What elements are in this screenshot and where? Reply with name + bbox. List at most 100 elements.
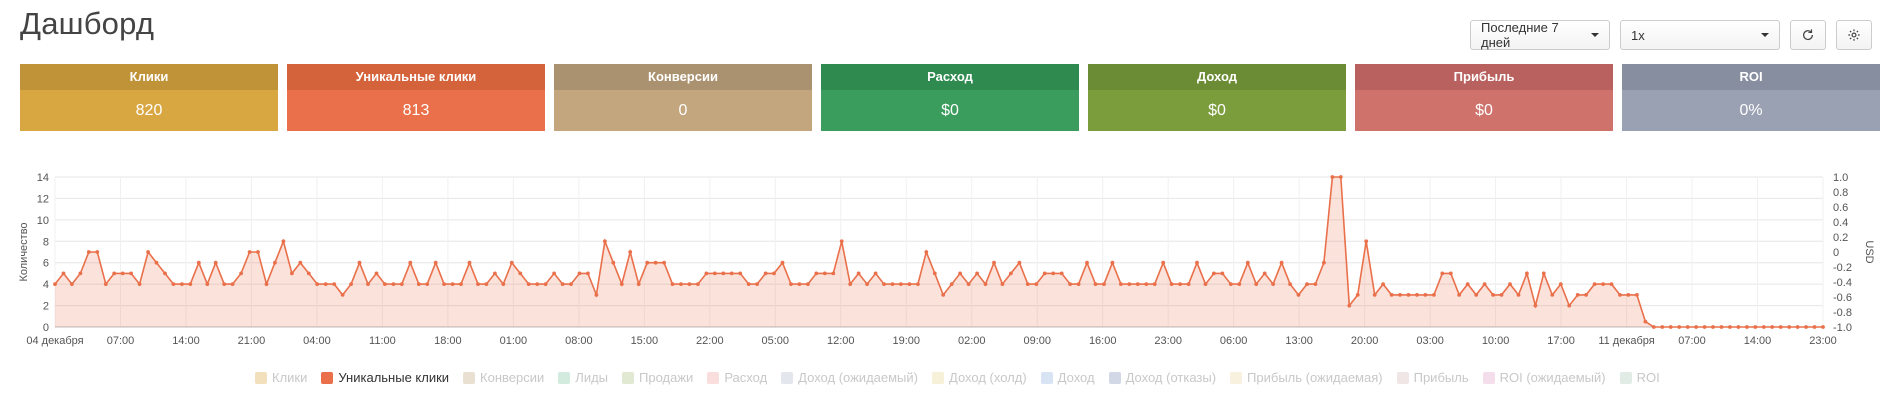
data-point <box>1322 260 1326 265</box>
data-point <box>670 282 675 286</box>
data-point <box>476 282 480 286</box>
y2-tick-label: -0.6 <box>1833 292 1852 304</box>
legend-item[interactable]: Доход (ожидаемый) <box>781 370 918 385</box>
data-point <box>763 271 768 276</box>
zoom-select[interactable]: 1x <box>1620 20 1780 50</box>
legend-item[interactable]: Лиды <box>558 370 608 385</box>
legend-item[interactable]: Прибыль <box>1396 370 1469 385</box>
legend-label: Доход <box>1057 370 1095 385</box>
data-point <box>1618 293 1622 297</box>
data-point <box>1288 282 1292 286</box>
data-point <box>1601 282 1605 286</box>
legend-swatch <box>1619 371 1632 384</box>
legend-item[interactable]: Доход <box>1040 370 1095 385</box>
data-point <box>1059 271 1064 276</box>
legend-item[interactable]: Доход (холд) <box>932 370 1027 385</box>
data-point <box>856 271 861 276</box>
data-point <box>86 250 91 254</box>
data-point <box>1381 282 1385 286</box>
data-point <box>213 260 218 265</box>
data-point <box>1558 282 1563 286</box>
data-point <box>603 239 607 244</box>
legend-item[interactable]: Уникальные клики <box>321 370 449 385</box>
data-point <box>1474 293 1479 297</box>
legend-swatch <box>707 371 720 384</box>
data-point <box>1127 282 1132 286</box>
data-point <box>1119 282 1123 286</box>
data-point <box>1296 293 1301 297</box>
legend-swatch <box>321 371 334 384</box>
data-point <box>1245 260 1250 265</box>
metric-card-value: 813 <box>287 90 545 131</box>
metric-card-label: Клики <box>20 64 278 90</box>
data-point <box>780 260 785 265</box>
legend-item[interactable]: Расход <box>707 370 767 385</box>
data-point <box>789 282 793 286</box>
legend-item[interactable]: Доход (отказы) <box>1108 370 1216 385</box>
data-point <box>1203 282 1208 286</box>
data-point <box>1499 293 1504 297</box>
x-tick-label: 17:00 <box>1547 335 1575 347</box>
data-point <box>907 282 912 286</box>
zoom-select-value: 1x <box>1631 27 1645 43</box>
data-point <box>180 282 184 286</box>
data-point <box>1228 282 1233 286</box>
data-point <box>1212 271 1216 276</box>
data-point <box>1440 271 1445 276</box>
data-point <box>1051 271 1056 276</box>
data-point <box>569 282 573 286</box>
data-point <box>1068 282 1072 286</box>
legend-swatch <box>1040 371 1053 384</box>
x-tick-label: 11 декабря <box>1598 335 1654 347</box>
metric-card: Расход $0 <box>821 64 1079 131</box>
data-point <box>653 260 658 265</box>
legend-item[interactable]: ROI (ожидаемый) <box>1482 370 1606 385</box>
x-tick-label: 03:00 <box>1416 335 1444 347</box>
x-tick-label: 21:00 <box>238 335 266 347</box>
data-point <box>594 293 599 297</box>
metric-card-value: $0 <box>1355 90 1613 131</box>
data-point <box>366 282 370 286</box>
data-point <box>704 271 709 276</box>
metric-card-label: Прибыль <box>1355 64 1613 90</box>
data-point <box>332 282 337 286</box>
metric-card: Уникальные клики 813 <box>287 64 545 131</box>
data-point <box>1364 239 1369 244</box>
data-point <box>577 271 582 276</box>
data-point <box>230 282 235 286</box>
legend-item[interactable]: ROI <box>1619 370 1660 385</box>
legend-label: Прибыль (ожидаемая) <box>1247 370 1383 385</box>
x-tick-label: 02:00 <box>958 335 986 347</box>
data-point <box>1457 293 1462 297</box>
metric-card: Клики 820 <box>20 64 278 131</box>
y-tick-label: 14 <box>37 172 49 184</box>
refresh-button[interactable] <box>1790 20 1826 50</box>
caret-down-icon <box>1761 33 1769 37</box>
legend-item[interactable]: Продажи <box>622 370 693 385</box>
legend-item[interactable]: Клики <box>255 370 307 385</box>
metric-card: Конверсии 0 <box>554 64 812 131</box>
x-tick-label: 15:00 <box>631 335 659 347</box>
data-point <box>1592 282 1597 286</box>
data-point <box>501 282 506 286</box>
legend-item[interactable]: Конверсии <box>463 370 544 385</box>
data-point <box>493 271 497 276</box>
y-tick-label: 0 <box>43 322 49 334</box>
chart: 0 2 4 6 8 10 12 14 1.0 0.8 0.6 0.4 0.2 0 -0.2 -0.4 -0.6 -… <box>0 160 1890 402</box>
x-tick-label: 10:00 <box>1482 335 1510 347</box>
chart-svg: 0 2 4 6 8 10 12 14 1.0 0.8 0.6 0.4 0.2 0 -0.2 -0.4 -0.6 -… <box>18 172 1875 347</box>
legend-item[interactable]: Прибыль (ожидаемая) <box>1230 370 1383 385</box>
data-point <box>1508 282 1512 286</box>
data-point <box>1186 282 1191 286</box>
data-point <box>1516 293 1521 297</box>
data-point <box>120 271 125 276</box>
data-point <box>535 282 540 286</box>
x-tick-label: 01:00 <box>500 335 528 347</box>
settings-button[interactable] <box>1836 20 1872 50</box>
period-select[interactable]: Последние 7 дней <box>1470 20 1610 50</box>
x-tick-label: 12:00 <box>827 335 855 347</box>
data-point <box>882 282 886 286</box>
data-point <box>696 282 700 286</box>
data-point <box>146 250 151 254</box>
data-point <box>408 260 413 265</box>
